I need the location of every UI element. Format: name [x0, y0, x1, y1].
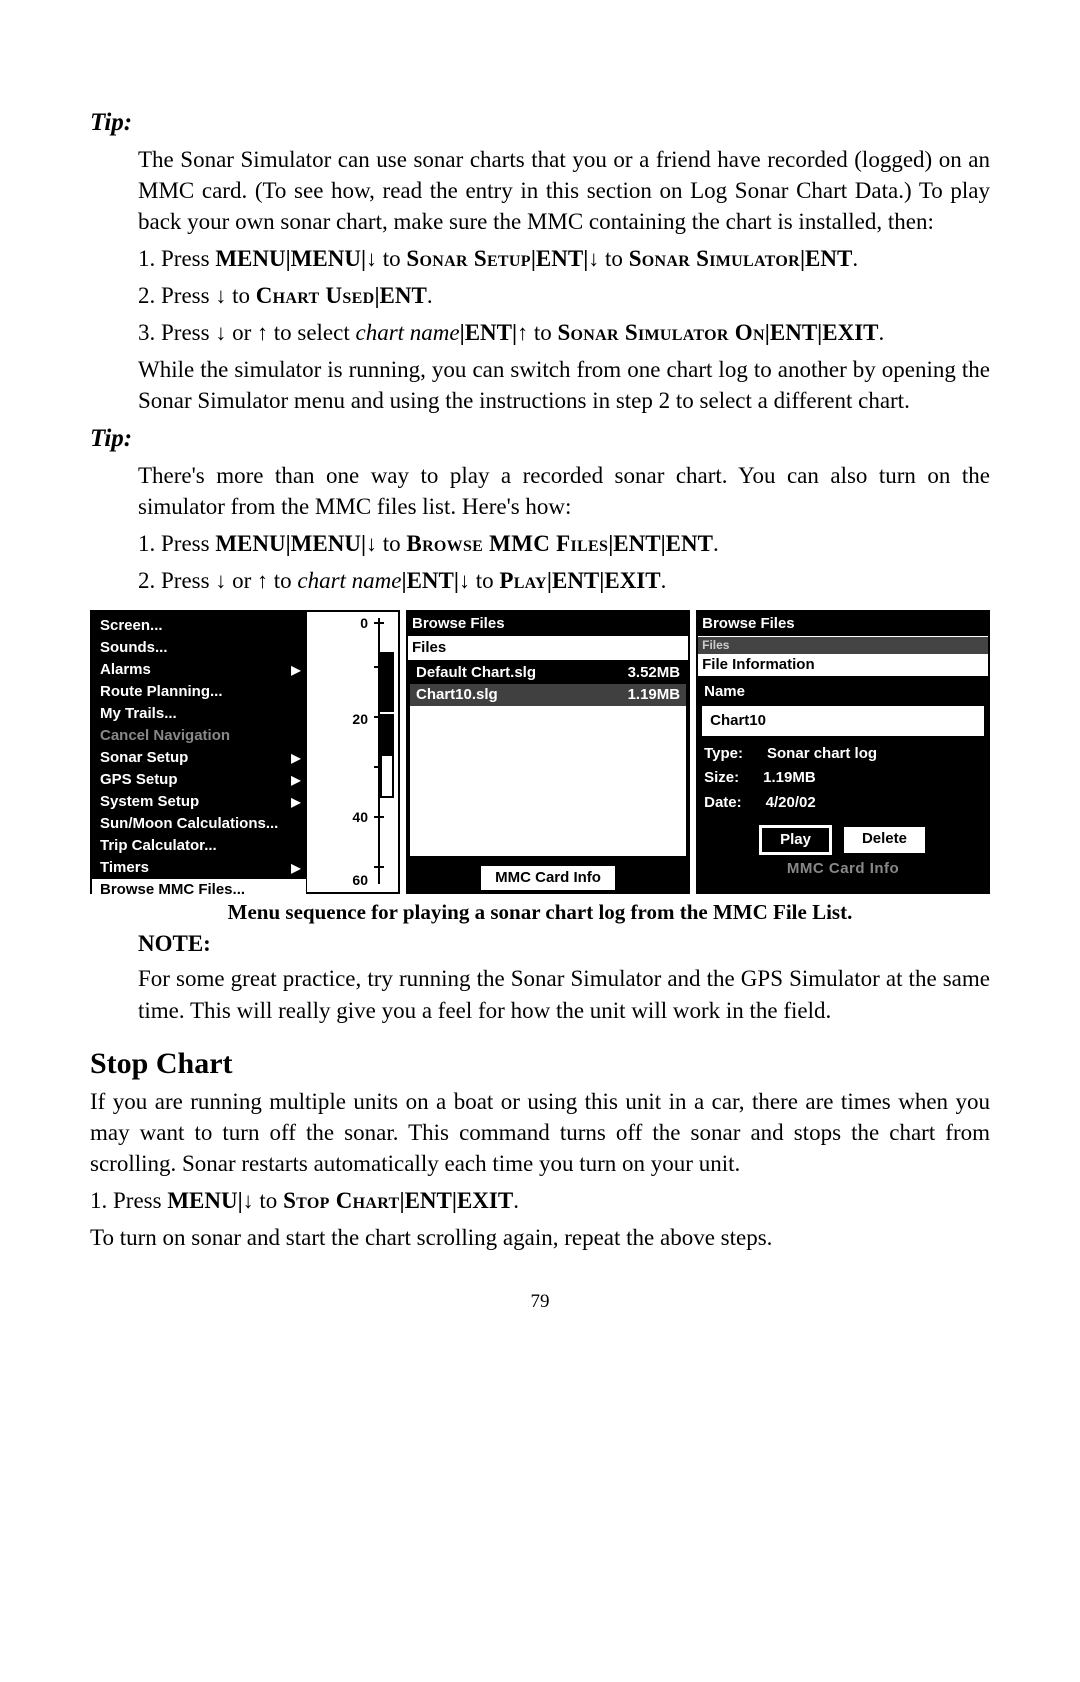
menu-browse-mmc[interactable]: Browse MMC Files...: [92, 879, 306, 901]
menu-route[interactable]: Route Planning...: [92, 681, 306, 703]
tip2-step1: 1. Press MENU|MENU|↓ to Browse MMC Files…: [138, 528, 990, 559]
chevron-right-icon: ▶: [291, 770, 300, 790]
chevron-right-icon: ▶: [291, 748, 300, 768]
stop-step1: 1. Press MENU|↓ to Stop Chart|ENT|EXIT.: [90, 1185, 990, 1216]
file-row[interactable]: Chart10.slg1.19MB: [410, 684, 686, 706]
file-info-heading: File Information: [698, 654, 988, 676]
tip1-step2: 2. Press ↓ to Chart Used|ENT.: [138, 280, 990, 311]
zoom-indicator-icon: [380, 652, 394, 712]
panel-menu: Screen... Sounds... Alarms▶ Route Planni…: [90, 610, 400, 894]
date-value: 4/20/02: [766, 793, 816, 813]
mmc-card-info-button[interactable]: MMC Card Info: [479, 864, 617, 892]
stop-chart-para2: To turn on sonar and start the chart scr…: [90, 1222, 990, 1253]
name-field[interactable]: Chart10: [702, 706, 984, 736]
breadcrumb: Files: [698, 637, 988, 653]
menu-timers[interactable]: Timers▶: [92, 857, 306, 879]
panel-browse-files: Browse Files Files Default Chart.slg3.52…: [406, 610, 690, 894]
files-heading: Files: [408, 637, 688, 659]
figure-caption: Menu sequence for playing a sonar chart …: [150, 898, 930, 926]
menu-sounds[interactable]: Sounds...: [92, 637, 306, 659]
type-value: Sonar chart log: [767, 744, 877, 764]
tip1-para: The Sonar Simulator can use sonar charts…: [138, 144, 990, 237]
note-label: NOTE:: [138, 928, 990, 959]
menu-system-setup[interactable]: System Setup▶: [92, 791, 306, 813]
tip1-para2: While the simulator is running, you can …: [138, 354, 990, 416]
tip1-step3: 3. Press ↓ or ↑ to select chart name|ENT…: [138, 317, 990, 348]
delete-button[interactable]: Delete: [842, 825, 927, 855]
menu-alarms[interactable]: Alarms▶: [92, 659, 306, 681]
browse-title: Browse Files: [408, 612, 688, 637]
type-label: Type:: [704, 744, 743, 764]
page-number: 79: [90, 1289, 990, 1315]
menu-sonar-setup[interactable]: Sonar Setup▶: [92, 747, 306, 769]
size-label: Size:: [704, 768, 739, 788]
menu-gps-setup[interactable]: GPS Setup▶: [92, 769, 306, 791]
range-indicator-icon: [380, 714, 394, 798]
file-list[interactable]: Default Chart.slg3.52MB Chart10.slg1.19M…: [408, 660, 688, 858]
depth-scale: 0 20 40 60: [306, 612, 398, 892]
chevron-right-icon: ▶: [291, 660, 300, 680]
file-row[interactable]: Default Chart.slg3.52MB: [410, 662, 686, 684]
stop-chart-para: If you are running multiple units on a b…: [90, 1086, 990, 1179]
menu-trails[interactable]: My Trails...: [92, 703, 306, 725]
tip-label-1: Tip:: [90, 106, 990, 140]
menu-tripcalc[interactable]: Trip Calculator...: [92, 835, 306, 857]
play-button[interactable]: Play: [759, 825, 832, 855]
date-label: Date:: [704, 793, 742, 813]
menu-cancel-nav: Cancel Navigation: [92, 725, 306, 747]
figure-row: Screen... Sounds... Alarms▶ Route Planni…: [90, 610, 990, 894]
size-value: 1.19MB: [763, 768, 816, 788]
name-label: Name: [702, 680, 984, 704]
stop-chart-heading: Stop Chart: [90, 1044, 990, 1085]
menu-screen[interactable]: Screen...: [92, 615, 306, 637]
note-para: For some great practice, try running the…: [138, 963, 990, 1025]
chevron-right-icon: ▶: [291, 792, 300, 812]
tip1-step1: 1. Press MENU|MENU|↓ to Sonar Setup|ENT|…: [138, 243, 990, 274]
menu-sunmoon[interactable]: Sun/Moon Calculations...: [92, 813, 306, 835]
tip2-para: There's more than one way to play a reco…: [138, 460, 990, 522]
panel-file-info: Browse Files Files File Information Name…: [696, 610, 990, 894]
tip2-step2: 2. Press ↓ or ↑ to chart name|ENT|↓ to P…: [138, 565, 990, 596]
mmc-card-info-ghost: MMC Card Info: [702, 859, 984, 879]
tip-label-2: Tip:: [90, 422, 990, 456]
browse-title: Browse Files: [698, 612, 988, 637]
chevron-right-icon: ▶: [291, 858, 300, 878]
